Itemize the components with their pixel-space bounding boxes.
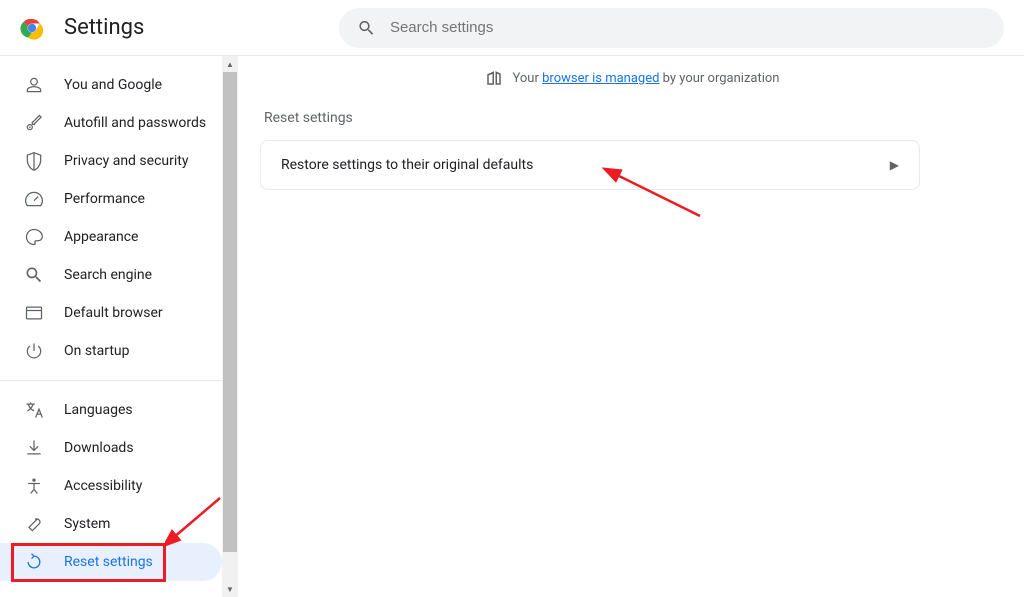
managed-suffix: by your organization (659, 71, 779, 86)
scrollbar-thumb[interactable] (223, 72, 237, 552)
sidebar-item-you-and-google[interactable]: You and Google (0, 66, 222, 104)
sidebar-item-label: Performance (64, 191, 145, 207)
sidebar-item-privacy[interactable]: Privacy and security (0, 142, 222, 180)
scrollbar-up-button[interactable]: ▲ (222, 56, 238, 72)
search-settings-box[interactable] (339, 8, 1004, 48)
scrollbar[interactable]: ▲ ▼ (222, 56, 238, 597)
sidebar-item-label: Search engine (64, 267, 152, 283)
power-icon (24, 341, 44, 361)
chevron-right-icon: ▶ (890, 158, 899, 172)
person-icon (24, 75, 44, 95)
sidebar-item-default-browser[interactable]: Default browser (0, 294, 222, 332)
sidebar-item-downloads[interactable]: Downloads (0, 429, 222, 467)
sidebar-item-label: Languages (64, 402, 133, 418)
sidebar-item-reset-settings[interactable]: Reset settings (0, 543, 222, 581)
nav-divider (0, 380, 222, 381)
browser-icon (24, 303, 44, 323)
managed-link[interactable]: browser is managed (542, 71, 659, 86)
palette-icon (24, 227, 44, 247)
translate-icon (24, 400, 44, 420)
sidebar-item-languages[interactable]: Languages (0, 391, 222, 429)
download-icon (24, 438, 44, 458)
sidebar-item-appearance[interactable]: Appearance (0, 218, 222, 256)
restore-defaults-card[interactable]: Restore settings to their original defau… (260, 140, 920, 190)
sidebar-item-system[interactable]: System (0, 505, 222, 543)
search-icon (24, 265, 44, 285)
sidebar-item-on-startup[interactable]: On startup (0, 332, 222, 370)
managed-prefix: Your (513, 71, 543, 86)
sidebar-item-label: Reset settings (64, 554, 153, 570)
sidebar-item-search-engine[interactable]: Search engine (0, 256, 222, 294)
sidebar-item-label: You and Google (64, 77, 162, 93)
wrench-icon (24, 514, 44, 534)
card-label: Restore settings to their original defau… (281, 157, 533, 173)
building-icon (485, 69, 503, 87)
managed-banner: Your browser is managed by your organiza… (260, 56, 1004, 100)
chrome-logo-icon (20, 16, 44, 40)
sidebar-item-label: Default browser (64, 305, 163, 321)
sidebar-item-autofill[interactable]: Autofill and passwords (0, 104, 222, 142)
search-icon (357, 18, 376, 38)
sidebar-item-label: Appearance (64, 229, 138, 245)
sidebar: You and Google Autofill and passwords Pr… (0, 56, 222, 597)
sidebar-item-label: On startup (64, 343, 130, 359)
sidebar-item-label: System (64, 516, 110, 532)
search-input[interactable] (390, 19, 986, 36)
reset-icon (24, 552, 44, 572)
sidebar-item-label: Privacy and security (64, 153, 188, 169)
sidebar-item-performance[interactable]: Performance (0, 180, 222, 218)
sidebar-item-label: Downloads (64, 440, 134, 456)
scrollbar-down-button[interactable]: ▼ (222, 581, 238, 597)
key-icon (24, 113, 44, 133)
sidebar-item-accessibility[interactable]: Accessibility (0, 467, 222, 505)
page-title: Settings (64, 15, 144, 40)
sidebar-item-label: Autofill and passwords (64, 115, 206, 131)
speedometer-icon (24, 189, 44, 209)
section-title: Reset settings (260, 110, 1004, 126)
main-content: Your browser is managed by your organiza… (240, 56, 1024, 597)
accessibility-icon (24, 476, 44, 496)
shield-icon (24, 151, 44, 171)
sidebar-item-label: Accessibility (64, 478, 142, 494)
